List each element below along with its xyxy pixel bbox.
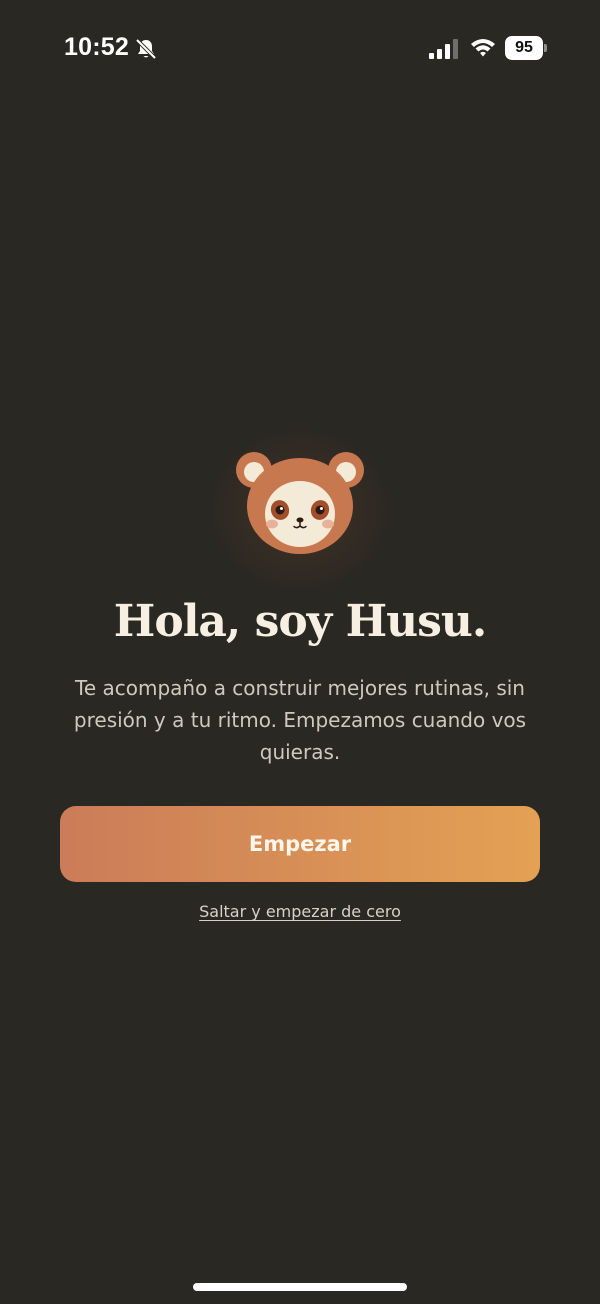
status-bar: 10:52 95: [0, 0, 600, 96]
status-time: 10:52: [64, 33, 129, 61]
bear-panda-face-icon: [236, 452, 364, 554]
battery-level: 95: [515, 39, 533, 56]
signal-icon: [429, 39, 458, 59]
skip-link[interactable]: Saltar y empezar de cero: [0, 902, 600, 921]
battery-icon: 95: [505, 36, 547, 60]
start-button[interactable]: Empezar: [60, 806, 540, 882]
battery-tip: [544, 44, 547, 52]
page-title: Hola, soy Husu.: [113, 596, 487, 647]
home-indicator[interactable]: [193, 1283, 407, 1291]
onboarding-description: Te acompaño a construir mejores rutinas,…: [73, 676, 527, 764]
bell-slash-icon: [135, 38, 157, 60]
wifi-icon: [471, 39, 495, 57]
